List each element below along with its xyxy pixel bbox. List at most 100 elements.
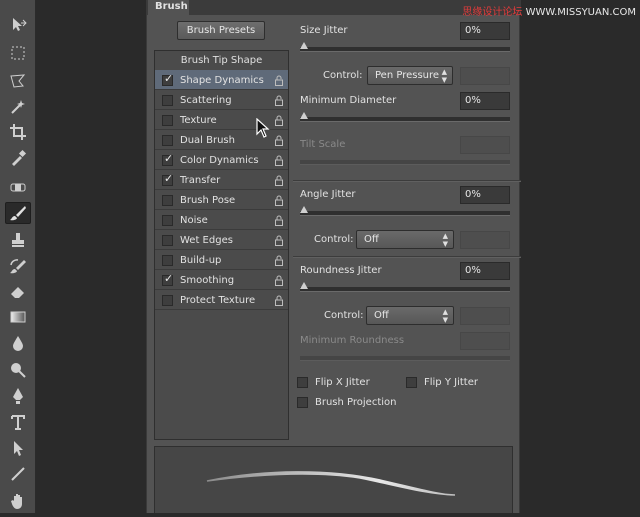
- lock-icon[interactable]: [274, 275, 284, 286]
- clone-stamp-tool[interactable]: [5, 229, 31, 251]
- brush-tip-shape-item[interactable]: Brush Tip Shape: [155, 51, 288, 70]
- lock-icon[interactable]: [274, 235, 284, 246]
- brush-option-row[interactable]: ✓ Color Dynamics: [155, 150, 288, 170]
- angle-control-value: Off: [364, 234, 379, 245]
- gradient-tool[interactable]: [5, 306, 31, 328]
- brush-option-row[interactable]: Noise: [155, 210, 288, 230]
- brush-tool[interactable]: [5, 202, 31, 224]
- arrow-pointer-icon: [14, 441, 23, 456]
- brush-option-checkbox[interactable]: ✓: [162, 172, 174, 186]
- roundness-control-dropdown[interactable]: Off ▲ ▼: [366, 306, 454, 325]
- roundness-jitter-slider[interactable]: [300, 282, 510, 292]
- bandage-icon: [10, 183, 26, 192]
- marquee-tool[interactable]: [5, 42, 31, 64]
- eraser-icon: [11, 287, 24, 298]
- type-tool[interactable]: [5, 411, 31, 433]
- flip-x-jitter-label: Flip X Jitter: [315, 377, 370, 388]
- lock-icon[interactable]: [274, 75, 284, 86]
- lock-icon[interactable]: [274, 95, 284, 106]
- crop-tool[interactable]: [5, 121, 31, 143]
- polygonal-lasso-icon: [10, 74, 26, 88]
- updown-arrows-icon: ▲ ▼: [442, 308, 448, 324]
- magic-wand-tool[interactable]: [5, 96, 31, 118]
- dodge-tool[interactable]: [5, 358, 31, 380]
- brush-option-checkbox[interactable]: [162, 295, 173, 306]
- flip-y-jitter-checkbox[interactable]: [406, 377, 417, 388]
- lock-icon[interactable]: [274, 115, 284, 126]
- blur-tool[interactable]: [5, 332, 31, 354]
- tab-brush[interactable]: Brush: [148, 0, 189, 15]
- crop-icon: [10, 124, 26, 140]
- watermark-site: WWW.MISSYUAN.COM: [525, 7, 636, 18]
- checkmark-icon: ✓: [164, 172, 174, 185]
- brush-option-row[interactable]: ✓ Transfer: [155, 170, 288, 190]
- hand-tool[interactable]: [5, 490, 31, 512]
- gradient-icon: [10, 311, 26, 323]
- pen-tool[interactable]: [5, 385, 31, 407]
- size-jitter-field[interactable]: 0%: [460, 22, 510, 40]
- angle-jitter-label: Angle Jitter: [300, 189, 356, 200]
- move-tool[interactable]: [5, 14, 31, 36]
- minimum-diameter-field[interactable]: 0%: [460, 92, 510, 110]
- lock-icon[interactable]: [274, 295, 284, 306]
- angle-control-extra-field: [460, 231, 510, 249]
- path-selection-tool[interactable]: [5, 437, 31, 459]
- angle-control-dropdown[interactable]: Off ▲ ▼: [356, 230, 454, 249]
- mouse-cursor-icon: [256, 118, 270, 138]
- brush-option-row[interactable]: Scattering: [155, 90, 288, 110]
- flip-x-jitter-checkbox[interactable]: [297, 377, 308, 388]
- brush-option-checkbox[interactable]: [162, 215, 173, 226]
- brush-option-label: Color Dynamics: [180, 155, 259, 166]
- angle-jitter-field[interactable]: 0%: [460, 186, 510, 204]
- lock-icon[interactable]: [274, 135, 284, 146]
- minimum-diameter-label: Minimum Diameter: [300, 95, 397, 106]
- brush-option-checkbox[interactable]: [162, 255, 173, 266]
- size-control-value: Pen Pressure: [375, 70, 440, 81]
- slider-thumb[interactable]: [300, 112, 308, 119]
- brush-option-checkbox[interactable]: [162, 95, 173, 106]
- brush-option-row[interactable]: Brush Pose: [155, 190, 288, 210]
- roundness-jitter-field[interactable]: 0%: [460, 262, 510, 280]
- history-brush-icon: [10, 259, 26, 274]
- eyedropper-tool[interactable]: [5, 147, 31, 169]
- eraser-tool[interactable]: [5, 280, 31, 302]
- slider-thumb[interactable]: [300, 282, 308, 289]
- size-control-dropdown[interactable]: Pen Pressure ▲ ▼: [367, 66, 453, 85]
- brush-options-list: Brush Tip Shape ✓ Shape Dynamics Scatterin…: [154, 50, 289, 440]
- magic-wand-icon: [11, 100, 25, 114]
- size-jitter-slider[interactable]: [300, 42, 510, 52]
- lock-icon[interactable]: [274, 255, 284, 266]
- history-brush-tool[interactable]: [5, 255, 31, 277]
- lasso-tool[interactable]: [5, 70, 31, 92]
- angle-jitter-slider[interactable]: [300, 206, 510, 216]
- brush-option-checkbox[interactable]: [162, 195, 173, 206]
- lock-icon[interactable]: [274, 155, 284, 166]
- brush-panel: Brush Brush Presets Brush Tip Shape ✓ Sha…: [146, 0, 521, 513]
- brush-option-row[interactable]: ✓ Shape Dynamics: [155, 70, 288, 90]
- line-tool[interactable]: [5, 463, 31, 485]
- brush-option-checkbox[interactable]: [162, 235, 173, 246]
- brush-option-row[interactable]: Build-up: [155, 250, 288, 270]
- minimum-roundness-label: Minimum Roundness: [300, 335, 405, 346]
- brush-option-row[interactable]: ✓ Smoothing: [155, 270, 288, 290]
- minimum-diameter-slider[interactable]: [300, 112, 510, 122]
- hand-icon: [11, 494, 22, 509]
- lock-icon[interactable]: [274, 215, 284, 226]
- lock-icon[interactable]: [274, 195, 284, 206]
- lock-icon[interactable]: [274, 175, 284, 186]
- brush-option-checkbox[interactable]: ✓: [162, 153, 173, 166]
- brush-projection-checkbox[interactable]: [297, 397, 308, 408]
- minimum-roundness-field: [460, 332, 510, 350]
- brush-option-row[interactable]: Wet Edges: [155, 230, 288, 250]
- brush-presets-button[interactable]: Brush Presets: [177, 21, 265, 40]
- brush-stroke-preview: [154, 446, 513, 513]
- healing-brush-tool[interactable]: [5, 176, 31, 198]
- slider-thumb[interactable]: [300, 42, 308, 49]
- brush-option-checkbox[interactable]: ✓: [162, 273, 173, 286]
- brush-option-row[interactable]: Protect Texture: [155, 290, 288, 310]
- slider-thumb[interactable]: [300, 206, 308, 213]
- minimum-roundness-slider: [300, 356, 510, 361]
- brush-option-checkbox[interactable]: ✓: [162, 73, 173, 86]
- brush-option-checkbox[interactable]: [162, 115, 173, 126]
- brush-option-checkbox[interactable]: [162, 135, 173, 146]
